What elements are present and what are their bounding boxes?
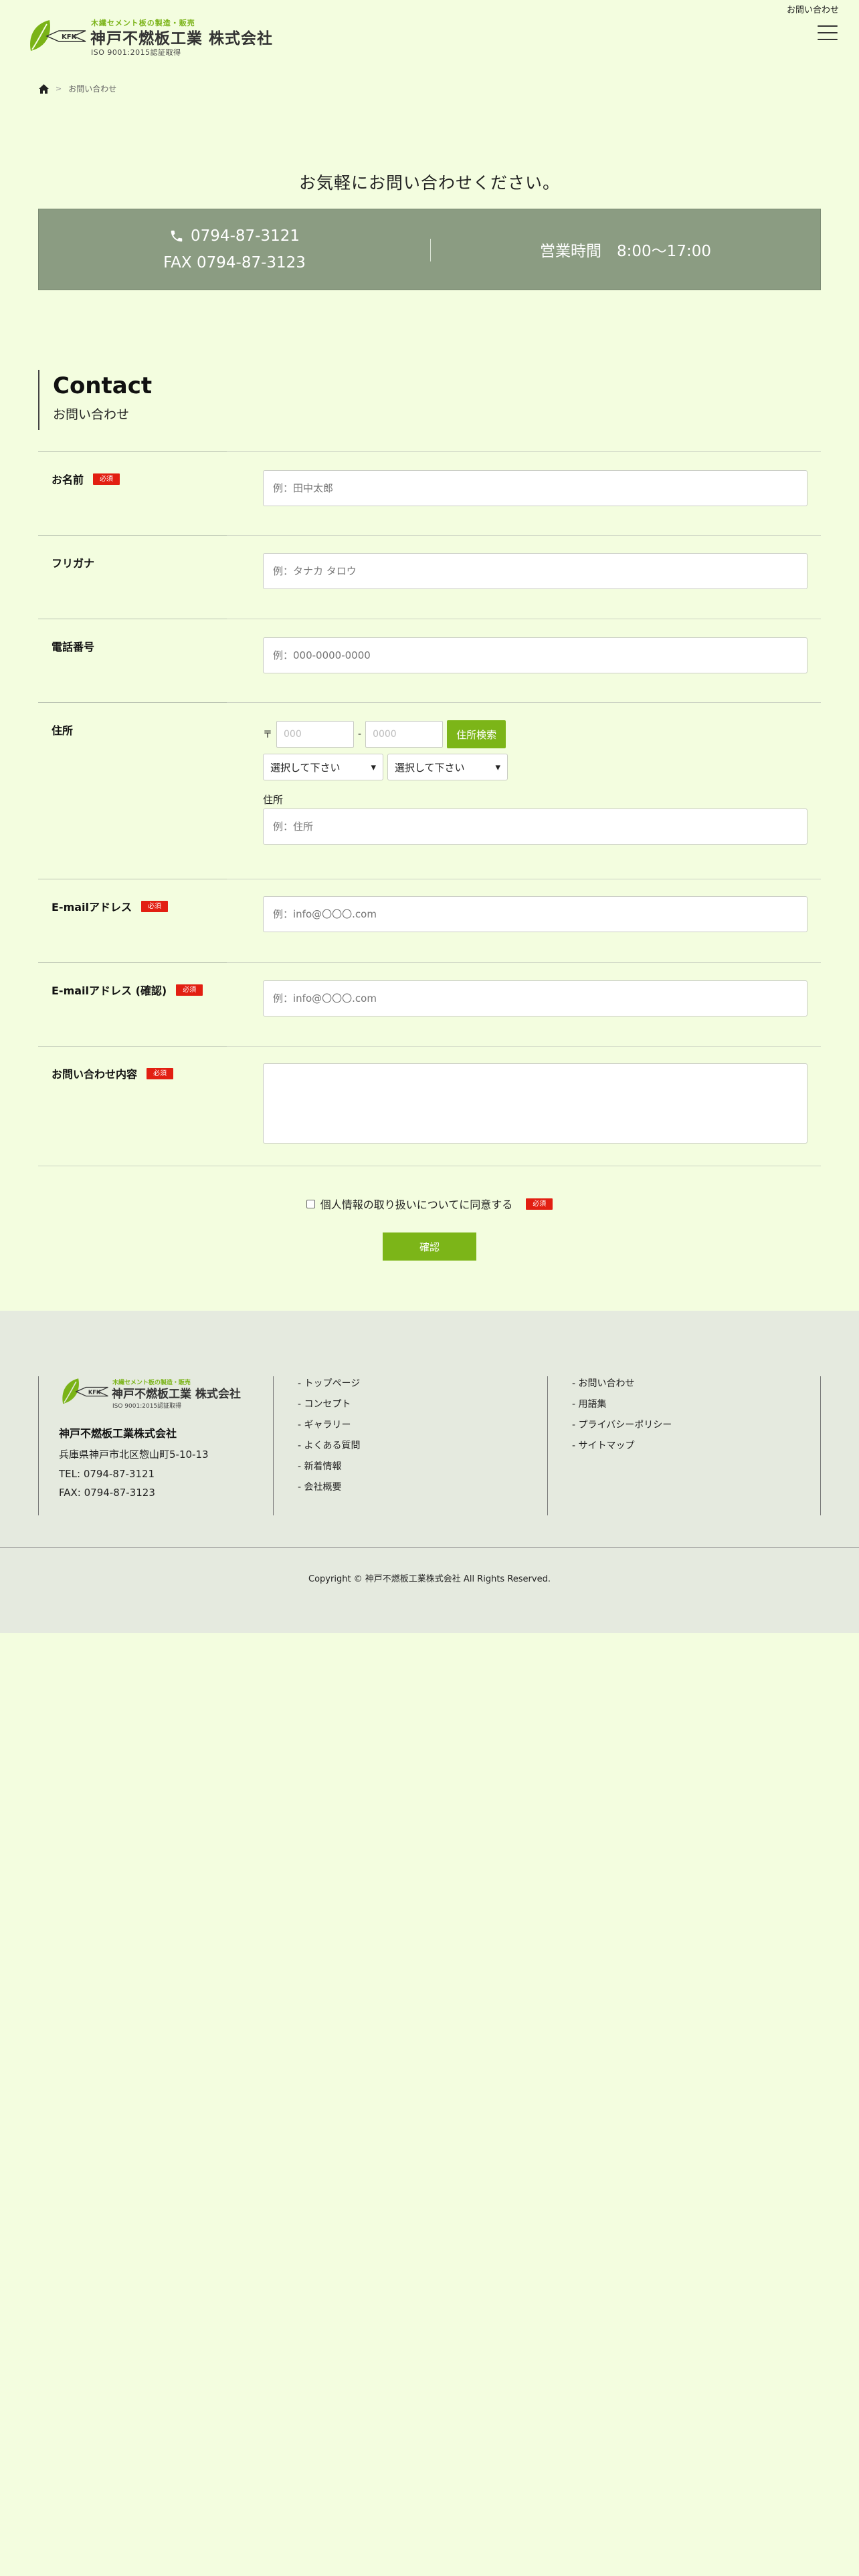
intro-title: お気軽にお問い合わせください。 [298,173,560,193]
footer-link-privacy[interactable]: - プライバシーポリシー [572,1418,820,1431]
email-confirm-label: E-mailアドレス (確認) [52,984,167,997]
form-row-address: 住所 〒 000 - 0000 住所検索 選択して下さい ▾ 選択して下さい ▾ 住… [38,702,821,879]
home-icon[interactable] [39,84,49,94]
form-row-tel: 電話番号 [38,619,821,702]
email-label: E-mailアドレス [52,901,132,914]
name-input[interactable] [263,470,807,506]
contact-info-band: 0794-87-3121 FAX 0794-87-3123 営業時間 8:00〜… [38,209,821,290]
footer-fax: FAX: 0794-87-3123 [59,1487,155,1499]
section-heading: Contact お問い合わせ [38,370,152,430]
footer-link-sitemap[interactable]: - サイトマップ [572,1438,820,1452]
email-input[interactable] [263,896,807,932]
address-label: 住所 [52,724,74,737]
footer-logo-mark-text: KFK [88,1388,101,1395]
leaf-logo-icon: KFK [62,1378,108,1404]
required-badge: 必須 [141,900,169,912]
form-row-kana: フリガナ [38,535,821,619]
footer-company-info: KFK 木繊セメント板の製造・販売 神戸不燃板工業 株式会社 ISO 9001:… [38,1376,274,1515]
phone-number[interactable]: 0794-87-3121 [191,223,300,249]
site-logo[interactable]: KFK 木繊セメント板の製造・販売 神戸不燃板工業 株式会社 ISO 9001:… [27,17,274,58]
zip1-input[interactable]: 000 [276,721,354,748]
zip2-input[interactable]: 0000 [365,721,444,748]
breadcrumb: > お問い合わせ [39,83,116,94]
footer-logo[interactable]: KFK 木繊セメント板の製造・販売 神戸不燃板工業 株式会社 ISO 9001:… [59,1376,260,1410]
leaf-logo-icon: KFK [30,20,86,51]
required-badge: 必須 [526,1198,553,1210]
footer-logo-company: 神戸不燃板工業 株式会社 [112,1388,241,1401]
required-badge: 必須 [147,1067,174,1079]
footer-logo-iso: ISO 9001:2015認証取得 [112,1403,182,1410]
confirm-button[interactable]: 確認 [383,1232,476,1261]
chevron-down-icon: ▾ [371,761,376,773]
prefecture-select[interactable]: 選択して下さい ▾ [263,754,383,780]
logo-mark-text: KFK [62,33,78,41]
zip-dash: - [358,729,362,740]
required-badge: 必須 [93,473,120,485]
tel-label: 電話番号 [52,641,95,653]
breadcrumb-separator: > [56,84,62,93]
form-row-email: E-mailアドレス 必須 [38,879,821,962]
privacy-agree-row: 個人情報の取り扱いについてに同意する 必須 [0,1196,859,1212]
city-select[interactable]: 選択して下さい ▾ [387,754,508,780]
name-label: お名前 [52,473,84,486]
copyright: Copyright © 神戸不燃板工業株式会社 All Rights Reser… [308,1574,551,1584]
footer-nav-1: - トップページ - コンセプト - ギャラリー - よくある質問 - 新着情報… [274,1376,548,1515]
address-sub-label: 住所 [263,794,284,806]
footer-link-concept[interactable]: - コンセプト [298,1397,548,1410]
footer-link-news[interactable]: - 新着情報 [298,1459,548,1473]
zip-mark: 〒 [263,730,272,740]
email-confirm-input[interactable] [263,980,807,1016]
footer-link-faq[interactable]: - よくある質問 [298,1438,548,1452]
footer-address: 兵庫県神戸市北区惣山町5-10-13 [59,1448,209,1461]
header-contact-link[interactable]: お問い合わせ [787,3,839,15]
footer-link-glossary[interactable]: - 用語集 [572,1397,820,1410]
footer-link-top[interactable]: - トップページ [298,1376,548,1390]
footer-divider [0,1547,859,1548]
section-title-en: Contact [53,372,153,399]
zip-search-button[interactable]: 住所検索 [447,720,506,748]
logo-company-name: 神戸不燃板工業 株式会社 [90,30,274,47]
kana-label: フリガナ [52,557,95,570]
breadcrumb-current: お問い合わせ [68,84,117,94]
hamburger-menu-icon[interactable] [818,25,838,40]
kana-input[interactable] [263,553,807,589]
business-hours: 営業時間 8:00〜17:00 [540,243,711,260]
message-textarea[interactable] [263,1063,807,1144]
footer-link-company[interactable]: - 会社概要 [298,1480,548,1493]
message-label: お問い合わせ内容 [52,1068,138,1081]
footer-link-gallery[interactable]: - ギャラリー [298,1418,548,1431]
required-badge: 必須 [176,984,203,996]
privacy-agree-checkbox[interactable] [306,1199,315,1208]
address-input[interactable] [263,809,807,845]
footer-link-contact[interactable]: - お問い合わせ [572,1376,820,1390]
site-footer: KFK 木繊セメント板の製造・販売 神戸不燃板工業 株式会社 ISO 9001:… [0,1311,859,1633]
tel-input[interactable] [263,637,807,673]
privacy-agree-label[interactable]: 個人情報の取り扱いについてに同意する [320,1196,513,1212]
logo-iso-text: ISO 9001:2015認証取得 [91,48,181,57]
section-title-ja: お問い合わせ [53,407,130,422]
fax-number: FAX 0794-87-3123 [163,254,306,272]
chevron-down-icon: ▾ [495,761,500,773]
phone-icon [171,230,183,242]
form-row-email-confirm: E-mailアドレス (確認) 必須 [38,962,821,1046]
footer-tel: TEL: 0794-87-3121 [59,1468,155,1480]
form-row-name: お名前 必須 [38,451,821,535]
footer-nav-2: - お問い合わせ - 用語集 - プライバシーポリシー - サイトマップ [547,1376,821,1515]
footer-company-name: 神戸不燃板工業株式会社 [59,1427,177,1440]
form-row-message: お問い合わせ内容 必須 [38,1046,821,1166]
